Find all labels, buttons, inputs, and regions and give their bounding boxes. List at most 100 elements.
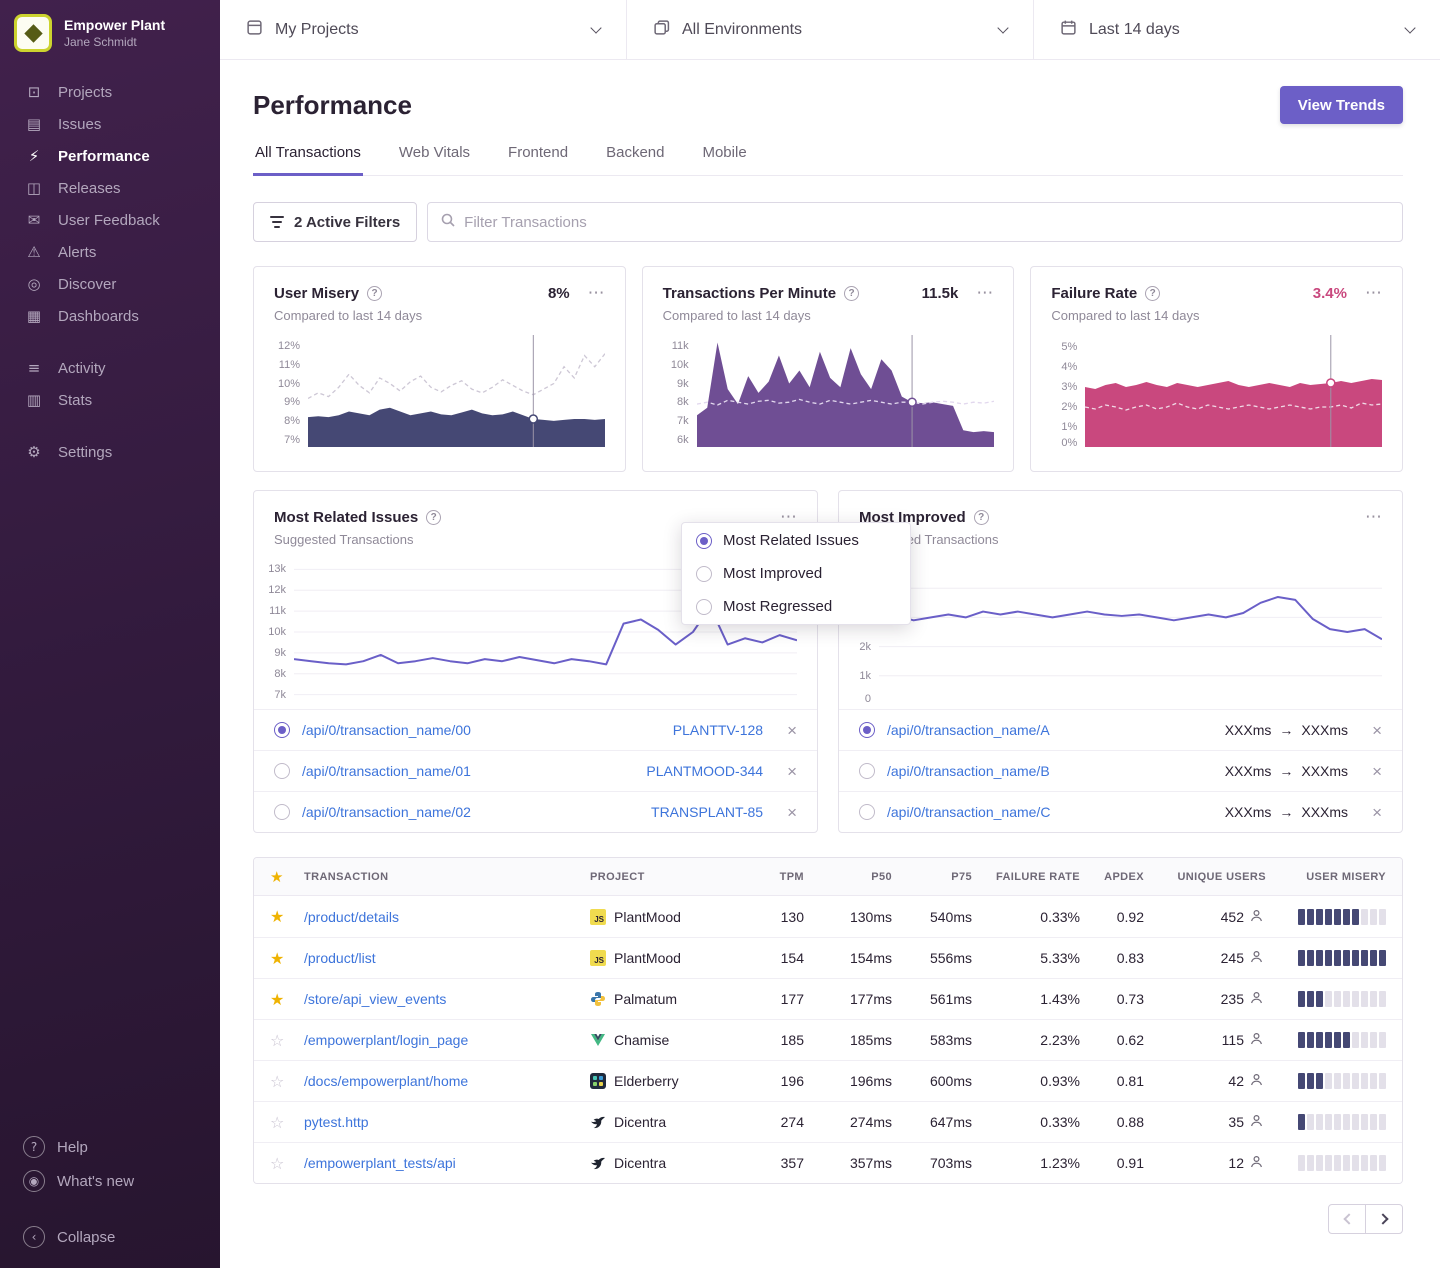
view-trends-button[interactable]: View Trends (1280, 86, 1403, 124)
ellipsis-icon[interactable]: ⋯ (588, 285, 605, 302)
column-header[interactable]: P75 (892, 871, 972, 883)
menu-option-most-related-issues[interactable]: Most Related Issues (682, 524, 910, 557)
ellipsis-icon[interactable]: ⋯ (1365, 285, 1382, 302)
transaction-link[interactable]: /docs/empowerplant/home (304, 1073, 590, 1089)
misery-bar (1298, 1073, 1305, 1089)
tab-web-vitals[interactable]: Web Vitals (397, 144, 472, 176)
ellipsis-icon[interactable]: ⋯ (976, 285, 993, 302)
radio-button[interactable] (696, 566, 712, 582)
question-icon[interactable]: ? (426, 510, 441, 525)
star-icon[interactable]: ★ (270, 949, 304, 968)
radio-button[interactable] (696, 599, 712, 615)
star-icon[interactable]: ☆ (270, 1154, 304, 1173)
close-icon[interactable]: × (1372, 722, 1382, 739)
star-icon[interactable]: ☆ (270, 1113, 304, 1132)
p50-value: 196ms (804, 1073, 892, 1089)
next-page-button[interactable] (1365, 1204, 1403, 1234)
y-axis-label: 12k (268, 584, 286, 596)
project-name: Palmatum (614, 991, 677, 1007)
close-icon[interactable]: × (787, 763, 797, 780)
project-selector[interactable]: My Projects (220, 0, 627, 59)
sidebar-item-help[interactable]: ?Help (0, 1130, 220, 1164)
tab-backend[interactable]: Backend (604, 144, 666, 176)
sidebar-item-stats[interactable]: ▥Stats (0, 384, 220, 416)
question-icon[interactable]: ? (1145, 286, 1160, 301)
star-icon[interactable]: ★ (270, 907, 304, 926)
close-icon[interactable]: × (1372, 804, 1382, 821)
active-filters-button[interactable]: 2 Active Filters (253, 202, 417, 242)
close-icon[interactable]: × (787, 722, 797, 739)
sidebar-item-label: Releases (58, 180, 121, 197)
menu-option-most-improved[interactable]: Most Improved (682, 557, 910, 590)
environment-selector[interactable]: All Environments (627, 0, 1034, 59)
previous-page-button[interactable] (1328, 1204, 1366, 1234)
sidebar-item-what-s-new[interactable]: ◉What's new (0, 1164, 220, 1198)
transaction-link[interactable]: pytest.http (304, 1114, 590, 1130)
issue-link[interactable]: PLANTMOOD-344 (646, 763, 763, 779)
star-icon[interactable]: ☆ (270, 1031, 304, 1050)
radio-button[interactable] (859, 804, 875, 820)
sidebar-item-dashboards[interactable]: ▦Dashboards (0, 300, 220, 332)
y-axis-label: 9k (677, 378, 689, 390)
sidebar-item-activity[interactable]: ≡Activity (0, 352, 220, 384)
sidebar-item-projects[interactable]: ⊡Projects (0, 76, 220, 108)
column-header[interactable]: FAILURE RATE (972, 871, 1080, 883)
radio-button[interactable] (274, 763, 290, 779)
transaction-link[interactable]: /api/0/transaction_name/A (887, 722, 1050, 738)
question-icon[interactable]: ? (844, 286, 859, 301)
tab-all-transactions[interactable]: All Transactions (253, 144, 363, 176)
question-icon[interactable]: ? (974, 510, 989, 525)
transaction-link[interactable]: /api/0/transaction_name/C (887, 804, 1050, 820)
sidebar-item-user-feedback[interactable]: ✉User Feedback (0, 204, 220, 236)
menu-option-most-regressed[interactable]: Most Regressed (682, 590, 910, 623)
tab-mobile[interactable]: Mobile (700, 144, 748, 176)
star-icon[interactable]: ★ (270, 990, 304, 1009)
column-header[interactable]: USER MISERY (1266, 871, 1386, 883)
card-value: 11.5k (922, 285, 959, 302)
radio-button[interactable] (859, 763, 875, 779)
sidebar-item-performance[interactable]: ⚡Performance (0, 140, 220, 172)
transaction-link[interactable]: /api/0/transaction_name/00 (302, 722, 471, 738)
transaction-link[interactable]: /api/0/transaction_name/B (887, 763, 1050, 779)
transaction-link[interactable]: /empowerplant/login_page (304, 1032, 590, 1048)
close-icon[interactable]: × (787, 804, 797, 821)
radio-button[interactable] (696, 533, 712, 549)
question-icon[interactable]: ? (367, 286, 382, 301)
tpm-value: 274 (740, 1114, 804, 1130)
transaction-link[interactable]: /empowerplant_tests/api (304, 1155, 590, 1171)
duration-change: XXXms→XXXms (1225, 722, 1348, 738)
transaction-link[interactable]: /product/details (304, 909, 590, 925)
transaction-link[interactable]: /store/api_view_events (304, 991, 590, 1007)
column-header[interactable]: UNIQUE USERS (1144, 871, 1266, 883)
sidebar-item-issues[interactable]: ▤Issues (0, 108, 220, 140)
user-misery-bars (1266, 950, 1386, 966)
radio-button[interactable] (274, 722, 290, 738)
search-input[interactable] (464, 214, 1390, 231)
failure-rate-value: 0.93% (972, 1073, 1080, 1089)
transaction-link[interactable]: /api/0/transaction_name/02 (302, 804, 471, 820)
transaction-link[interactable]: /api/0/transaction_name/01 (302, 763, 471, 779)
sidebar-item-alerts[interactable]: ⚠Alerts (0, 236, 220, 268)
sidebar-item-releases[interactable]: ◫Releases (0, 172, 220, 204)
transaction-link[interactable]: /product/list (304, 950, 590, 966)
ellipsis-icon[interactable]: ⋯ (1365, 509, 1382, 526)
radio-button[interactable] (274, 804, 290, 820)
issue-link[interactable]: PLANTTV-128 (673, 722, 763, 738)
sidebar-item-discover[interactable]: ◎Discover (0, 268, 220, 300)
tab-frontend[interactable]: Frontend (506, 144, 570, 176)
close-icon[interactable]: × (1372, 763, 1382, 780)
date-range-selector[interactable]: Last 14 days (1034, 0, 1440, 59)
sidebar-item-settings[interactable]: ⚙Settings (0, 436, 220, 468)
p50-value: 185ms (804, 1032, 892, 1048)
column-header[interactable]: P50 (804, 871, 892, 883)
sidebar-item-collapse[interactable]: ‹Collapse (0, 1220, 220, 1254)
project-name: PlantMood (614, 950, 681, 966)
column-header[interactable]: APDEX (1080, 871, 1144, 883)
column-header[interactable]: TRANSACTION (304, 871, 590, 883)
issue-link[interactable]: TRANSPLANT-85 (651, 804, 763, 820)
column-header[interactable]: TPM (740, 871, 804, 883)
star-icon[interactable]: ☆ (270, 1072, 304, 1091)
org-switcher[interactable]: Empower Plant Jane Schmidt (0, 0, 220, 62)
radio-button[interactable] (859, 722, 875, 738)
column-header[interactable]: PROJECT (590, 871, 740, 883)
